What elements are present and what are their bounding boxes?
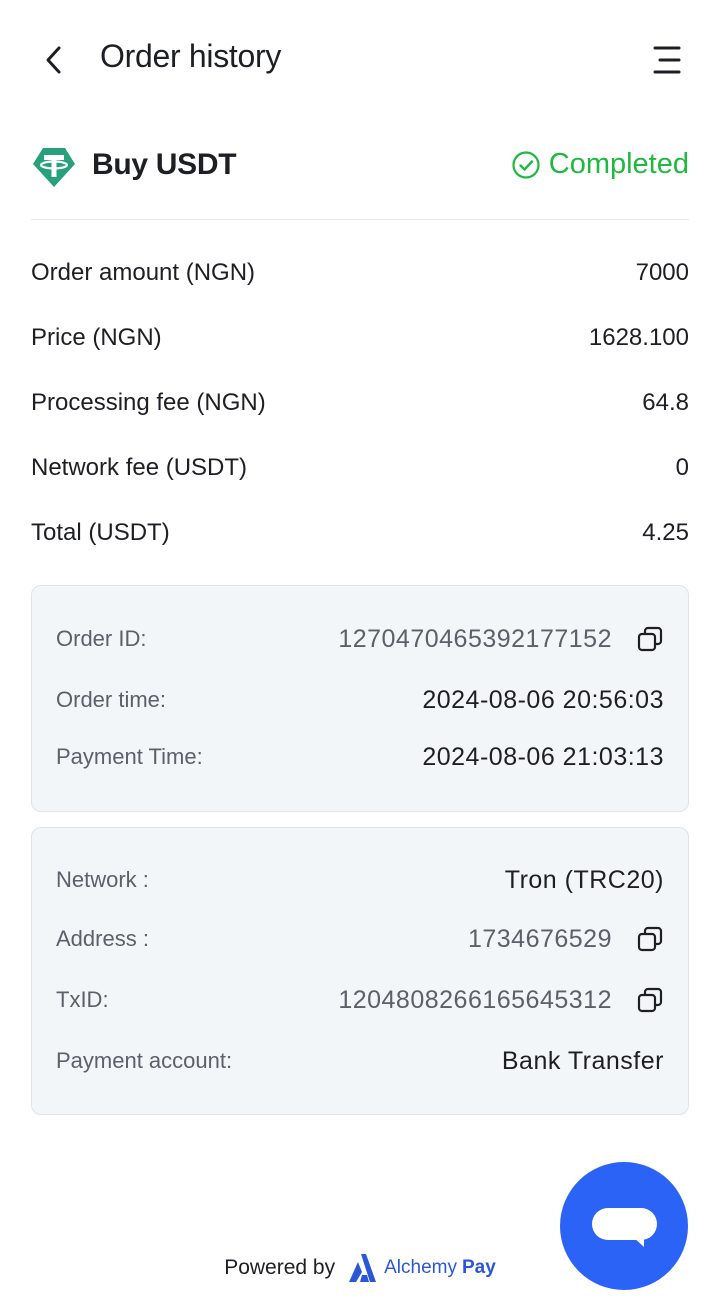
address-value: 1734676529 [467,924,612,953]
summary-row-network-fee: Network fee (USDT) 0 [31,435,689,500]
summary-label: Network fee (USDT) [31,453,248,481]
address-row: Address : 1734676529 [56,919,664,959]
order-summary: Order amount (NGN) 7000 Price (NGN) 1628… [31,240,689,565]
tether-icon [33,148,75,187]
order-details-card: Order ID: 1270470465392177152 Order time… [31,585,689,812]
payment-time-value: 2024-08-06 21:03:13 [422,742,664,771]
summary-row-processing-fee: Processing fee (NGN) 64.8 [31,370,689,435]
txid-label: TxID: [56,987,109,1012]
summary-row-total: Total (USDT) 4.25 [31,500,689,565]
payment-time-row: Payment Time: 2024-08-06 21:03:13 [56,737,664,777]
order-title: Buy USDT [92,148,237,181]
summary-label: Order amount (NGN) [31,258,256,286]
status-text: Completed [548,148,689,180]
summary-value: 0 [675,453,689,481]
check-circle-icon [512,150,540,179]
copy-icon[interactable] [636,625,664,653]
order-heading: Buy USDT Completed [31,138,689,196]
order-id-value: 1270470465392177152 [338,624,612,653]
summary-row-price: Price (NGN) 1628.100 [31,305,689,370]
chat-bubble-icon [592,1208,657,1247]
payment-account-row: Payment account: Bank Transfer [56,1041,664,1081]
brand-name: Alchemy [384,1257,457,1278]
network-value: Tron (TRC20) [504,865,664,894]
back-button[interactable] [34,40,74,80]
address-label: Address : [56,926,149,951]
order-time-label: Order time: [56,687,167,712]
alchemy-logo-icon [349,1254,377,1282]
chevron-left-icon [46,46,61,74]
alchemy-pay-logo[interactable]: Alchemy Pay [347,1253,496,1283]
summary-label: Price (NGN) [31,323,162,351]
payment-account-value: Bank Transfer [501,1046,664,1075]
order-id-label: Order ID: [56,626,147,651]
network-row: Network : Tron (TRC20) [56,860,664,900]
txid-row: TxID: 1204808266165645312 [56,980,664,1020]
order-time-value: 2024-08-06 20:56:03 [422,685,664,714]
page-title: Order history [100,38,282,74]
menu-button[interactable] [646,40,688,80]
divider [31,219,689,220]
header: Order history [0,0,720,118]
status-badge: Completed [511,148,689,181]
summary-value: 64.8 [642,388,689,416]
network-details-card: Network : Tron (TRC20) Address : 1734676… [31,827,689,1115]
payment-account-label: Payment account: [56,1048,233,1073]
chat-button[interactable] [560,1162,688,1290]
summary-label: Processing fee (NGN) [31,388,266,416]
summary-value: 1628.100 [588,323,689,351]
powered-by-text: Powered by [224,1256,336,1279]
summary-value: 7000 [635,258,689,286]
network-label: Network : [56,867,149,892]
brand-suffix: Pay [461,1257,496,1278]
summary-row-order-amount: Order amount (NGN) 7000 [31,240,689,305]
order-time-row: Order time: 2024-08-06 20:56:03 [56,680,664,720]
copy-icon[interactable] [636,925,664,953]
order-id-row: Order ID: 1270470465392177152 [56,619,664,659]
menu-icon [653,46,681,74]
summary-value: 4.25 [642,518,689,546]
copy-icon[interactable] [636,986,664,1014]
txid-value: 1204808266165645312 [338,985,612,1014]
summary-label: Total (USDT) [31,518,170,546]
payment-time-label: Payment Time: [56,744,203,769]
